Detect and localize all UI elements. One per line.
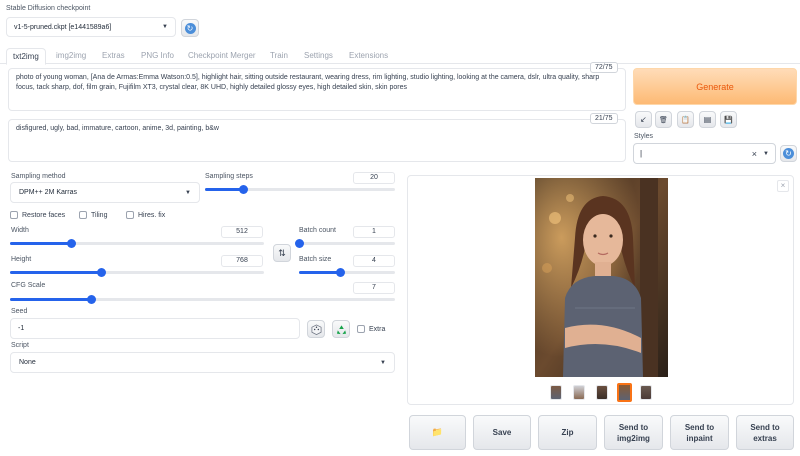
clear-styles-icon[interactable]: ×: [752, 149, 757, 159]
open-folder-button[interactable]: 📁: [409, 415, 466, 450]
gallery-thumbnail[interactable]: [596, 385, 608, 400]
chevron-down-icon: ▼: [162, 24, 168, 30]
page-icon: ▤: [703, 115, 712, 124]
batch-size-input[interactable]: 4: [353, 255, 395, 267]
styles-label: Styles: [634, 133, 654, 140]
negative-prompt-token-counter: 21/75: [590, 113, 618, 124]
sampling-method-value: DPM++ 2M Karras: [19, 189, 77, 196]
refresh-icon: ↻: [783, 148, 794, 159]
negative-prompt-textarea[interactable]: disfigured, ugly, bad, immature, cartoon…: [8, 119, 626, 162]
gallery-thumbnail[interactable]: [550, 385, 562, 400]
batch-count-slider[interactable]: [295, 238, 395, 248]
script-select[interactable]: None ▼: [10, 352, 395, 373]
text-cursor-icon: |: [640, 149, 643, 158]
height-label: Height: [11, 256, 32, 263]
apply-styles-button[interactable]: ▤: [699, 111, 716, 128]
folder-icon: 📁: [431, 427, 444, 437]
sampling-method-select[interactable]: DPM++ 2M Karras ▼: [10, 182, 200, 203]
batch-count-label: Batch count: [299, 227, 336, 234]
sampling-steps-label: Sampling steps: [205, 173, 253, 180]
send-to-extras-button[interactable]: Send to extras: [736, 415, 794, 450]
zip-button[interactable]: Zip: [538, 415, 597, 450]
read-params-button[interactable]: ↙: [635, 111, 652, 128]
script-value: None: [19, 359, 36, 366]
tab-extras[interactable]: Extras: [96, 48, 131, 64]
swap-arrows-icon: ⇅: [278, 247, 286, 258]
generate-button[interactable]: Generate: [633, 68, 797, 105]
restore-faces-checkbox[interactable]: Restore faces: [10, 211, 65, 219]
floppy-disk-icon: 💾: [724, 116, 733, 124]
batch-size-label: Batch size: [299, 256, 332, 263]
random-seed-button[interactable]: [307, 320, 325, 338]
cfg-scale-slider[interactable]: [10, 294, 395, 304]
prompt-textarea[interactable]: photo of young woman, [Ana de Armas:Emma…: [8, 68, 626, 111]
tab-img2img[interactable]: img2img: [50, 48, 92, 64]
chevron-down-icon: ▼: [380, 359, 386, 366]
width-slider[interactable]: [10, 238, 264, 248]
batch-count-input[interactable]: 1: [353, 226, 395, 238]
sampling-steps-slider[interactable]: [205, 184, 395, 194]
chevron-down-icon: ▼: [185, 189, 191, 196]
width-label: Width: [11, 227, 29, 234]
swap-dimensions-button[interactable]: ⇅: [273, 244, 291, 262]
reuse-seed-button[interactable]: [332, 320, 350, 338]
show-extra-networks-button[interactable]: 📋: [677, 111, 694, 128]
height-input[interactable]: 768: [221, 255, 263, 267]
close-gallery-icon[interactable]: ×: [777, 180, 789, 192]
portrait-image: [535, 178, 668, 377]
tab-train[interactable]: Train: [264, 48, 294, 64]
tab-settings[interactable]: Settings: [298, 48, 339, 64]
checkpoint-label: Stable Diffusion checkpoint: [6, 5, 91, 12]
chevron-down-icon: ▼: [763, 150, 769, 157]
trash-icon: 🗑: [659, 116, 668, 124]
seed-label: Seed: [11, 308, 28, 315]
dice-icon: [311, 324, 321, 335]
gallery-thumbnail[interactable]: [573, 385, 585, 400]
generated-image-main[interactable]: [535, 178, 668, 377]
styles-select[interactable]: | × ▼: [633, 143, 776, 164]
prompt-token-counter: 72/75: [590, 62, 618, 73]
tab-checkpoint-merger[interactable]: Checkpoint Merger: [182, 48, 262, 64]
tiling-checkbox[interactable]: Tiling: [79, 211, 107, 219]
script-label: Script: [11, 342, 29, 349]
height-slider[interactable]: [10, 267, 264, 277]
tab-png-info[interactable]: PNG Info: [135, 48, 180, 64]
cfg-scale-label: CFG Scale: [11, 282, 46, 289]
gallery-thumbnail-selected[interactable]: [617, 383, 632, 402]
checkpoint-select[interactable]: v1-5-pruned.ckpt [e1441589a6] ▼: [6, 17, 176, 37]
main-tabs: txt2img img2img Extras PNG Info Checkpoi…: [0, 48, 800, 65]
tab-extensions[interactable]: Extensions: [343, 48, 394, 64]
sampling-method-label: Sampling method: [11, 173, 66, 180]
extra-seed-checkbox[interactable]: Extra: [357, 325, 385, 333]
checkpoint-value: v1-5-pruned.ckpt [e1441589a6]: [14, 23, 112, 31]
refresh-checkpoint-button[interactable]: ↻: [181, 19, 199, 37]
sampling-steps-input[interactable]: 20: [353, 172, 395, 184]
arrow-down-left-icon: ↙: [640, 115, 647, 124]
send-to-img2img-button[interactable]: Send to img2img: [604, 415, 663, 450]
cfg-scale-input[interactable]: 7: [353, 282, 395, 294]
clear-prompt-button[interactable]: 🗑: [655, 111, 672, 128]
hires-fix-checkbox[interactable]: Hires. fix: [126, 211, 165, 219]
batch-size-slider[interactable]: [299, 267, 395, 277]
tab-txt2img[interactable]: txt2img: [6, 48, 46, 65]
clipboard-icon: 📋: [681, 116, 690, 124]
send-to-inpaint-button[interactable]: Send to inpaint: [670, 415, 729, 450]
seed-input[interactable]: -1: [10, 318, 300, 339]
save-style-button[interactable]: 💾: [720, 111, 737, 128]
refresh-styles-button[interactable]: ↻: [780, 145, 797, 162]
gallery-thumbnail[interactable]: [640, 385, 652, 400]
width-input[interactable]: 512: [221, 226, 263, 238]
refresh-icon: ↻: [184, 22, 196, 34]
save-button[interactable]: Save: [473, 415, 531, 450]
recycle-icon: [336, 324, 346, 334]
